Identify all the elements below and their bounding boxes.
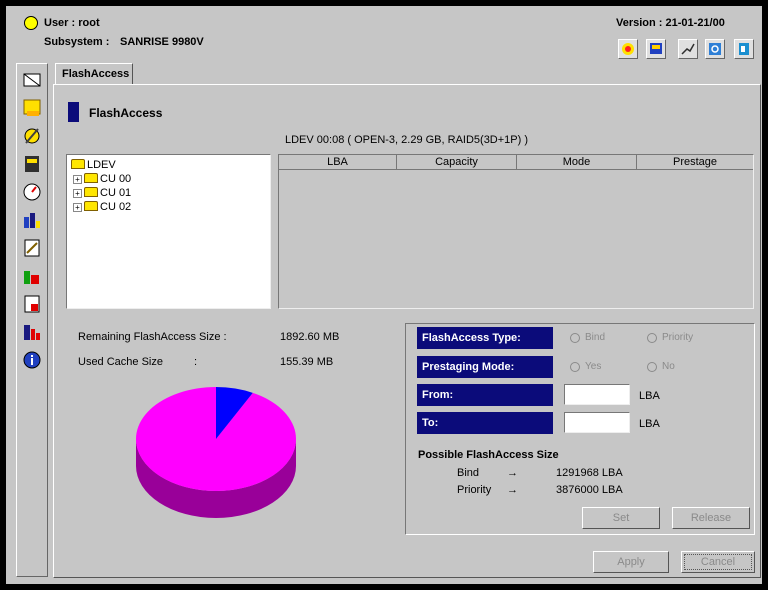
info-icon[interactable] bbox=[21, 349, 43, 371]
gauge-icon[interactable] bbox=[21, 181, 43, 203]
column-header-mode[interactable]: Mode bbox=[517, 155, 637, 170]
used-cache-label: Used Cache Size bbox=[78, 356, 163, 368]
column-header-lba[interactable]: LBA bbox=[279, 155, 397, 170]
user-label: User : root bbox=[44, 17, 100, 29]
priority-radio[interactable] bbox=[647, 333, 657, 343]
page-title: FlashAccess bbox=[89, 106, 163, 120]
tools-icon[interactable] bbox=[21, 293, 43, 315]
folder-icon bbox=[84, 187, 98, 197]
apply-button[interactable]: Apply bbox=[593, 551, 669, 573]
tree-item-cu00[interactable]: + CU 00 bbox=[73, 173, 131, 187]
priority-radio-label: Priority bbox=[662, 332, 694, 343]
yes-radio-label: Yes bbox=[585, 361, 602, 372]
refresh-icon[interactable] bbox=[705, 39, 725, 59]
no-radio[interactable] bbox=[647, 362, 657, 372]
no-radio-label: No bbox=[662, 361, 675, 372]
arrow-right-icon: → bbox=[507, 467, 518, 479]
possible-bind-value: 1291968 LBA bbox=[556, 467, 623, 479]
ldev-tree: LDEV + CU 00 + CU 01 + CU 02 bbox=[66, 154, 271, 309]
tree-item-label: CU 00 bbox=[100, 173, 132, 185]
user-icon bbox=[24, 16, 38, 30]
version-label: Version : 21-01-21/00 bbox=[616, 17, 725, 29]
subsystem-value: SANRISE 9980V bbox=[120, 36, 204, 48]
to-unit: LBA bbox=[639, 418, 660, 430]
tree-item-cu01[interactable]: + CU 01 bbox=[73, 187, 131, 201]
folder-open-icon bbox=[71, 159, 85, 169]
exit-icon[interactable] bbox=[734, 39, 754, 59]
settings-icon[interactable] bbox=[21, 125, 43, 147]
ldev-icon[interactable] bbox=[21, 69, 43, 91]
application-window: User : root Subsystem : SANRISE 9980V Ve… bbox=[5, 5, 763, 585]
set-button[interactable]: Set bbox=[582, 507, 660, 529]
flashaccess-type-label: FlashAccess Type: bbox=[417, 327, 553, 349]
remaining-size-value: 1892.60 MB bbox=[280, 331, 340, 343]
function-toolbar bbox=[16, 63, 48, 577]
yes-radio[interactable] bbox=[570, 362, 580, 372]
chart-icon[interactable] bbox=[678, 39, 698, 59]
folder-icon bbox=[84, 173, 98, 183]
database-icon[interactable] bbox=[21, 153, 43, 175]
header-bar: User : root Subsystem : SANRISE 9980V Ve… bbox=[6, 6, 762, 62]
column-header-capacity[interactable]: Capacity bbox=[397, 155, 517, 170]
tree-item-cu02[interactable]: + CU 02 bbox=[73, 201, 131, 215]
to-label: To: bbox=[417, 412, 553, 434]
folder-icon bbox=[84, 201, 98, 211]
cache-usage-pie bbox=[134, 383, 304, 521]
from-lba-input[interactable] bbox=[564, 384, 630, 405]
ldev-info: LDEV 00:08 ( OPEN-3, 2.29 GB, RAID5(3D+1… bbox=[285, 134, 529, 146]
subsystem-label: Subsystem : bbox=[44, 36, 110, 48]
tab-flashaccess[interactable]: FlashAccess bbox=[55, 63, 133, 85]
storage-icon[interactable] bbox=[21, 97, 43, 119]
flashaccess-panel: FlashAccess LDEV 00:08 ( OPEN-3, 2.29 GB… bbox=[53, 84, 761, 578]
expand-icon[interactable]: + bbox=[73, 175, 82, 184]
expand-icon[interactable]: + bbox=[73, 189, 82, 198]
display-icon[interactable] bbox=[646, 39, 666, 59]
title-marker bbox=[68, 102, 79, 122]
from-unit: LBA bbox=[639, 390, 660, 402]
possible-priority-value: 3876000 LBA bbox=[556, 484, 623, 496]
report-icon[interactable] bbox=[21, 237, 43, 259]
tree-root-label: LDEV bbox=[87, 159, 116, 171]
remaining-size-label: Remaining FlashAccess Size : bbox=[78, 331, 227, 343]
release-button[interactable]: Release bbox=[672, 507, 750, 529]
expand-icon[interactable]: + bbox=[73, 203, 82, 212]
monitor-icon[interactable] bbox=[21, 321, 43, 343]
tree-item-label: CU 02 bbox=[100, 201, 132, 213]
possible-size-title: Possible FlashAccess Size bbox=[418, 449, 559, 461]
possible-priority-name: Priority bbox=[457, 484, 492, 496]
bind-radio-label: Bind bbox=[585, 332, 606, 343]
prestaging-mode-label: Prestaging Mode: bbox=[417, 356, 553, 378]
status-icon[interactable] bbox=[618, 39, 638, 59]
to-lba-input[interactable] bbox=[564, 412, 630, 433]
bar-chart-icon[interactable] bbox=[21, 209, 43, 231]
column-header-prestage[interactable]: Prestage bbox=[637, 155, 753, 170]
used-cache-colon: : bbox=[194, 356, 198, 368]
cancel-button[interactable]: Cancel bbox=[681, 551, 755, 573]
from-label: From: bbox=[417, 384, 553, 406]
flashaccess-settings: FlashAccess Type: Bind Priority Prestagi… bbox=[405, 323, 755, 535]
extent-table[interactable]: LBA Capacity Mode Prestage bbox=[278, 154, 754, 309]
bind-radio[interactable] bbox=[570, 333, 580, 343]
used-cache-value: 155.39 MB bbox=[280, 356, 334, 368]
arrow-right-icon: → bbox=[507, 484, 518, 496]
tree-root-ldev[interactable]: LDEV bbox=[71, 159, 116, 173]
tree-item-label: CU 01 bbox=[100, 187, 132, 199]
possible-bind-name: Bind bbox=[457, 467, 480, 479]
pie-chart-icon[interactable] bbox=[21, 265, 43, 287]
